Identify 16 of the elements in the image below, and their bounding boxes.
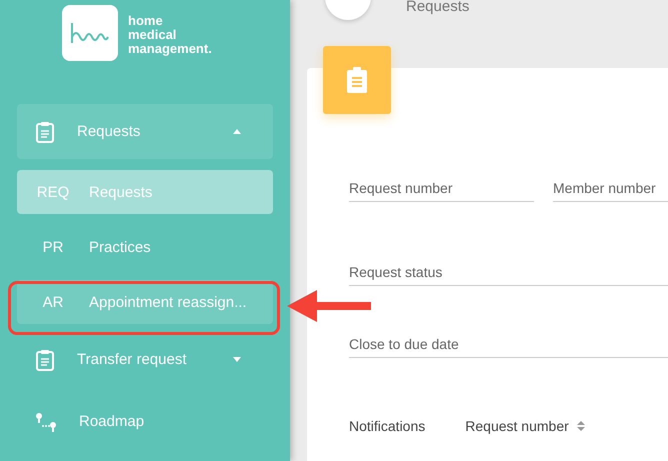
logo-icon (62, 5, 118, 61)
nav-item[interactable]: Transfer request (17, 332, 273, 387)
nav-item[interactable]: Requests (17, 104, 273, 159)
column-header[interactable]: Notifications (349, 418, 426, 434)
nav-subitem[interactable]: AR Appointment reassign... (17, 280, 273, 324)
column-header[interactable]: Request number (465, 418, 585, 434)
route-icon (35, 410, 57, 432)
nav-subitem[interactable]: PR Practices (17, 225, 273, 269)
nav-item[interactable]: Roadmap (17, 399, 273, 444)
clipboard-icon (35, 348, 55, 370)
sort-icon (576, 421, 585, 431)
page-title: Requests (406, 0, 470, 15)
nav-subitem[interactable]: REQ Requests (17, 170, 273, 214)
clipboard-icon (35, 120, 55, 142)
brand-name: home medical management. (128, 14, 212, 56)
clipboard-icon (346, 67, 368, 93)
